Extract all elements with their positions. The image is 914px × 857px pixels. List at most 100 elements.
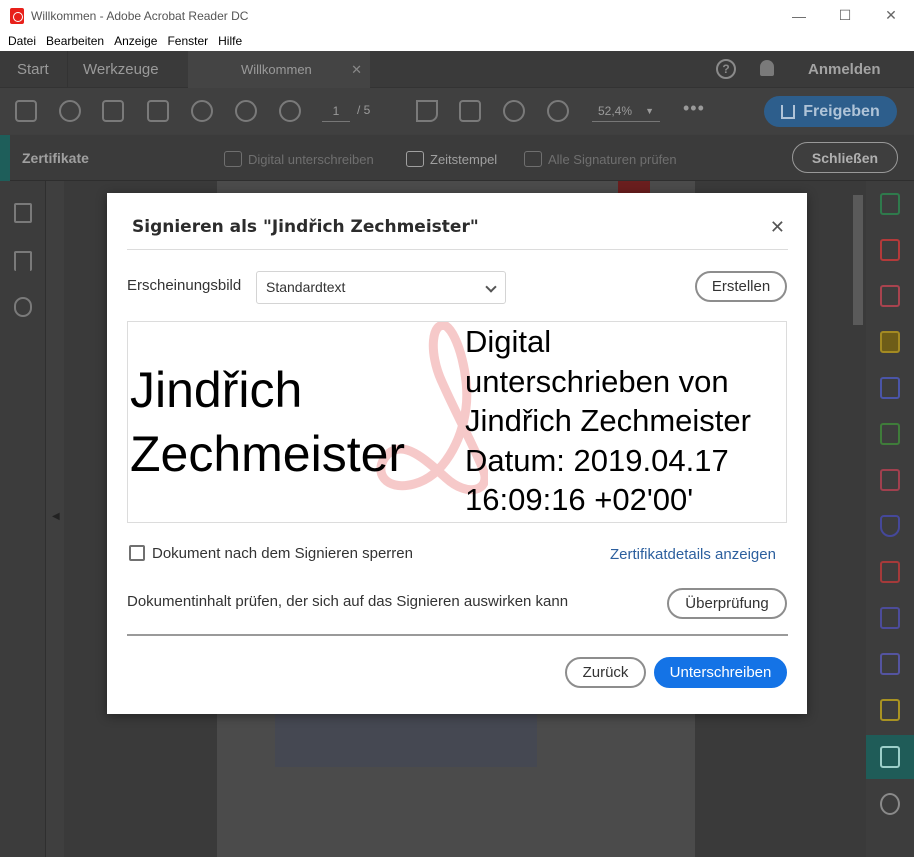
tab-start-label: Start [17,61,49,78]
main-toolbar: 1 / 5 52,4% ▼ ••• Freigeben [0,88,914,134]
mail-icon[interactable] [147,100,169,122]
create-pdf-icon[interactable] [880,239,900,261]
page-total: / 5 [357,103,371,117]
lock-document-label: Dokument nach dem Signieren sperren [152,545,413,562]
more-tools-wrench-icon[interactable] [880,793,900,815]
hand-icon[interactable] [459,100,481,122]
maximize-button[interactable]: ☐ [822,0,868,31]
protect-icon[interactable] [880,515,900,537]
preview-detail-line: Datum: 2019.04.17 [465,442,729,478]
share-button[interactable]: Freigeben [764,96,897,127]
close-window-button[interactable]: ✕ [868,0,914,31]
zoom-in-icon[interactable] [547,100,569,122]
back-button[interactable]: Zurück [565,657,646,688]
appearance-label: Erscheinungsbild [127,277,242,294]
dialog-close-icon[interactable]: ✕ [770,218,785,236]
timestamp-tool[interactable]: Zeitstempel [406,151,497,167]
menu-hilfe[interactable]: Hilfe [213,34,247,48]
organize-pages-icon[interactable] [880,423,900,445]
close-certificates-button[interactable]: Schließen [792,142,898,173]
preview-name: Jindřich Zechmeister [130,358,405,486]
window-title: Willkommen - Adobe Acrobat Reader DC [31,8,249,23]
chevron-down-icon: ▼ [645,106,654,116]
help-icon[interactable]: ? [716,59,736,79]
appearance-value: Standardtext [266,279,346,295]
chevron-down-icon [485,281,497,293]
page-number-input[interactable]: 1 [322,100,350,122]
sign-button[interactable]: Unterschreiben [654,657,787,688]
create-button[interactable]: Erstellen [695,271,787,302]
dialog-footer-divider [127,634,788,636]
comment-icon[interactable] [880,331,900,353]
right-tools-rail [866,181,914,857]
preview-detail-line: Digital [465,324,552,359]
pages-icon[interactable] [14,203,32,223]
share-icon [781,104,796,119]
review-text: Dokumentinhalt prüfen, der sich auf das … [127,593,569,610]
send-for-signature-icon[interactable] [880,607,900,629]
timestamp-icon [406,151,424,167]
verify-signatures-tool[interactable]: Alle Signaturen prüfen [524,151,677,167]
verify-pen-icon [524,151,542,167]
certificate-details-link[interactable]: Zertifikatdetails anzeigen [610,546,776,563]
sign-pen-icon [224,151,242,167]
signature-preview: Jindřich Zechmeister Digital unterschrie… [127,321,787,523]
upload-cloud-icon[interactable] [59,100,81,122]
appearance-select[interactable]: Standardtext [256,271,506,304]
tab-bar: Start Werkzeuge Willkommen ✕ ? Anmelden [0,51,914,88]
vertical-scrollbar[interactable] [850,181,866,857]
tab-tools[interactable]: Werkzeuge [67,51,187,88]
bell-icon[interactable] [760,60,774,76]
login-button[interactable]: Anmelden [808,61,881,78]
lock-document-checkbox[interactable] [129,545,145,561]
sign-dialog: Signieren als "Jindřich Zechmeister" ✕ E… [107,193,807,714]
send-track-icon[interactable] [880,699,900,721]
bookmark-icon[interactable] [14,251,32,271]
left-nav-panel [0,181,46,857]
review-button[interactable]: Überprüfung [667,588,787,619]
title-bar: Willkommen - Adobe Acrobat Reader DC — ☐… [0,0,914,31]
zoom-out-icon[interactable] [503,100,525,122]
certificates-pen-icon [880,746,900,768]
preview-details: Digital unterschrieben von Jindřich Zech… [465,322,751,520]
tab-document[interactable]: Willkommen ✕ [188,51,370,88]
preview-detail-line: unterschrieben von [465,363,729,399]
fill-sign-icon[interactable] [880,469,900,491]
zoom-value: 52,4% [598,104,633,118]
preview-name-line: Zechmeister [130,426,406,482]
menu-fenster[interactable]: Fenster [162,34,213,48]
export-pdf-icon[interactable] [880,193,900,215]
certbar-accent [0,135,10,181]
scroll-thumb[interactable] [853,195,863,325]
menu-datei[interactable]: Datei [3,34,41,48]
tab-start[interactable]: Start [17,51,49,88]
digital-sign-tool[interactable]: Digital unterschreiben [224,151,374,167]
preview-detail-line: 16:09:16 +02'00' [465,482,694,517]
save-icon[interactable] [15,100,37,122]
verify-signatures-label: Alle Signaturen prüfen [548,151,677,167]
zoom-select[interactable]: 52,4% ▼ [592,100,660,122]
tab-document-label: Willkommen [241,62,312,77]
prepare-form-icon[interactable] [880,653,900,675]
search-icon[interactable] [191,100,213,122]
more-tools-icon[interactable]: ••• [683,98,705,119]
page-down-icon[interactable] [279,100,301,122]
cursor-icon[interactable] [416,100,438,122]
tab-close-icon[interactable]: ✕ [351,62,362,78]
menu-anzeige[interactable]: Anzeige [109,34,162,48]
print-icon[interactable] [102,100,124,122]
certificates-title: Zertifikate [22,150,89,166]
compress-pdf-icon[interactable] [880,561,900,583]
edit-pdf-icon[interactable] [880,285,900,307]
dialog-title: Signieren als "Jindřich Zechmeister" [132,217,479,237]
minimize-button[interactable]: — [776,0,822,31]
timestamp-label: Zeitstempel [430,151,498,167]
attachment-icon[interactable] [14,297,32,317]
certificates-toolbar: Zertifikate Digital unterschreiben Zeits… [0,135,914,181]
preview-name-line: Jindřich [130,362,303,418]
collapse-left-panel-icon[interactable]: ◀ [52,511,60,522]
menu-bearbeiten[interactable]: Bearbeiten [41,34,109,48]
page-up-icon[interactable] [235,100,257,122]
combine-files-icon[interactable] [880,377,900,399]
certificates-tool-active[interactable] [866,735,914,779]
